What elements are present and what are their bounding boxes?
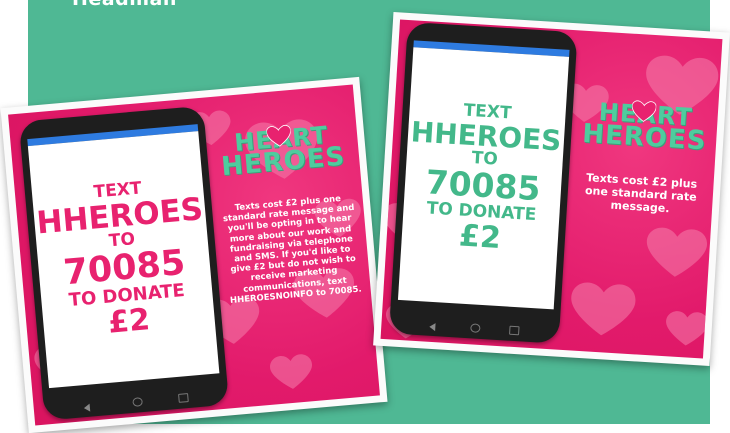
heart-icon: [631, 100, 657, 122]
home-nav-icon: [131, 397, 143, 407]
heart-icon: [266, 124, 291, 147]
disclaimer-text: Texts cost £2 plus one standard rate mes…: [222, 194, 363, 306]
screen-line-amount: £2: [458, 218, 502, 256]
phone-nav-bar: [389, 317, 559, 337]
poster-right: TEXT HHEROES TO 70085 TO DONATE £2 HEART…: [380, 19, 723, 359]
phone-screen: TEXT HHEROES TO 70085 TO DONATE £2: [397, 47, 570, 310]
phone-screen: TEXT HHEROES TO 70085 TO DONATE £2: [27, 131, 220, 389]
back-nav-icon: [84, 403, 93, 411]
poster-card-left: TEXT HHEROES TO 70085 TO DONATE £2 HEART…: [0, 76, 388, 433]
phone-right: TEXT HHEROES TO 70085 TO DONATE £2: [388, 21, 578, 344]
screen-line-amount: £2: [106, 301, 152, 341]
phone-left: TEXT HHEROES TO 70085 TO DONATE £2: [18, 105, 230, 421]
poster-card-right: TEXT HHEROES TO 70085 TO DONATE £2 HEART…: [373, 12, 730, 366]
home-nav-icon: [470, 323, 481, 333]
recent-apps-nav-icon: [509, 325, 520, 336]
poster-left: TEXT HHEROES TO 70085 TO DONATE £2 HEART…: [8, 84, 380, 426]
page-caption: Headman: [72, 0, 177, 10]
back-nav-icon: [429, 323, 437, 330]
logo-line-2: HEROES: [581, 118, 708, 156]
recent-apps-nav-icon: [178, 393, 189, 403]
disclaimer-text: Texts cost £2 plus one standard rate mes…: [584, 171, 698, 216]
